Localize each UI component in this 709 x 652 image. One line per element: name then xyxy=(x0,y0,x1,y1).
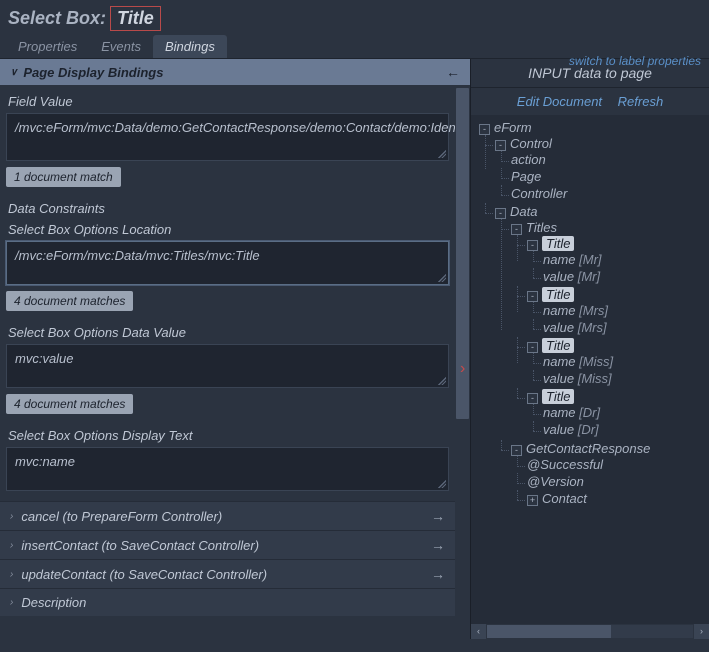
tab-bindings[interactable]: Bindings xyxy=(153,35,227,58)
chevron-right-icon: › xyxy=(10,597,13,608)
options-data-value-label: Select Box Options Data Value xyxy=(0,321,455,342)
options-location-match-badge: 4 document matches xyxy=(6,291,133,311)
binding-label: insertContact (to SaveContact Controller… xyxy=(21,538,259,553)
tree-expander-icon[interactable]: - xyxy=(527,393,538,404)
scrollbar-thumb[interactable] xyxy=(487,625,611,638)
data-constraints-label: Data Constraints xyxy=(0,197,455,218)
tree-node-title[interactable]: -Titlename [Dr]value [Dr] xyxy=(527,388,709,439)
panel-title-prefix: Select Box: xyxy=(8,8,106,29)
binding-row-description[interactable]: › Description xyxy=(0,588,455,616)
tree-node-control[interactable]: -ControlactionPageController xyxy=(495,135,709,203)
options-data-value-input[interactable]: mvc:value xyxy=(6,344,449,388)
tree-leaf[interactable]: value [Mr] xyxy=(543,268,709,285)
tree-leaf[interactable]: action xyxy=(511,151,709,168)
chevron-right-icon: › xyxy=(10,511,13,522)
chevron-right-icon: › xyxy=(10,569,13,580)
chevron-down-icon: ∨ xyxy=(10,67,17,78)
resize-handle-icon[interactable] xyxy=(438,377,446,385)
tree-expander-icon[interactable]: - xyxy=(479,124,490,135)
scroll-left-button[interactable]: ‹ xyxy=(471,624,486,639)
field-value-label: Field Value xyxy=(0,90,455,111)
binding-label: updateContact (to SaveContact Controller… xyxy=(21,567,267,582)
tree-expander-icon[interactable]: - xyxy=(495,140,506,151)
tree-leaf[interactable]: name [Dr] xyxy=(543,404,709,421)
tree-leaf[interactable]: name [Mrs] xyxy=(543,302,709,319)
tree-node-data[interactable]: -Data-Titles-Titlename [Mr]value [Mr]-Ti… xyxy=(495,203,709,509)
section-title: Page Display Bindings xyxy=(23,65,163,80)
binding-row-insertcontact[interactable]: › insertContact (to SaveContact Controll… xyxy=(0,530,455,559)
tree-node-title[interactable]: -Titlename [Mr]value [Mr] xyxy=(527,235,709,286)
scroll-right-button[interactable]: › xyxy=(694,624,709,639)
tree-expander-icon[interactable]: - xyxy=(511,445,522,456)
binding-row-cancel[interactable]: › cancel (to PrepareForm Controller) → xyxy=(0,501,455,530)
options-location-label: Select Box Options Location xyxy=(0,218,455,239)
tree-leaf[interactable]: name [Miss] xyxy=(543,353,709,370)
tree-leaf[interactable]: Page xyxy=(511,168,709,185)
tree-leaf[interactable]: @Version xyxy=(527,473,709,490)
field-value-input[interactable]: /mvc:eForm/mvc:Data/demo:GetContactRespo… xyxy=(6,113,449,161)
tree-node-titles[interactable]: -Titles-Titlename [Mr]value [Mr]-Titlena… xyxy=(511,219,709,440)
tree-expander-icon[interactable]: - xyxy=(511,224,522,235)
switch-to-label-link[interactable]: switch to label properties xyxy=(569,54,701,68)
arrow-left-icon[interactable]: ← xyxy=(446,64,460,80)
tree-leaf[interactable]: Controller xyxy=(511,185,709,202)
tree-expander-icon[interactable]: - xyxy=(527,291,538,302)
tree-expander-icon[interactable]: - xyxy=(495,208,506,219)
tree-node-contact[interactable]: +Contact xyxy=(527,490,709,507)
options-display-text-input[interactable]: mvc:name xyxy=(6,447,449,491)
tree-leaf[interactable]: name [Mr] xyxy=(543,251,709,268)
edit-document-link[interactable]: Edit Document xyxy=(517,94,602,109)
split-handle-icon[interactable]: › xyxy=(460,360,465,378)
tree-leaf[interactable]: value [Dr] xyxy=(543,421,709,438)
tab-properties[interactable]: Properties xyxy=(6,35,89,58)
tree-node-getcontact[interactable]: -GetContactResponse@Successful@Version+C… xyxy=(511,440,709,508)
resize-handle-icon[interactable] xyxy=(438,274,446,282)
refresh-link[interactable]: Refresh xyxy=(618,94,664,109)
tree-node-eform[interactable]: -eForm-ControlactionPageController-Data-… xyxy=(479,119,709,510)
binding-label: cancel (to PrepareForm Controller) xyxy=(21,509,222,524)
page-display-bindings-header[interactable]: ∨ Page Display Bindings ← xyxy=(0,59,470,85)
xml-tree[interactable]: -eForm-ControlactionPageController-Data-… xyxy=(471,115,709,624)
arrow-right-icon: → xyxy=(431,537,445,553)
tree-node-title[interactable]: -Titlename [Miss]value [Miss] xyxy=(527,337,709,388)
tree-leaf[interactable]: value [Miss] xyxy=(543,370,709,387)
arrow-right-icon: → xyxy=(431,508,445,524)
tree-expander-icon[interactable]: - xyxy=(527,342,538,353)
arrow-right-icon: → xyxy=(431,566,445,582)
tree-leaf[interactable]: value [Mrs] xyxy=(543,319,709,336)
binding-row-updatecontact[interactable]: › updateContact (to SaveContact Controll… xyxy=(0,559,455,588)
binding-label: Description xyxy=(21,595,86,610)
tree-expander-icon[interactable]: + xyxy=(527,495,538,506)
panel-title-value: Title xyxy=(110,6,161,31)
tree-expander-icon[interactable]: - xyxy=(527,240,538,251)
tree-node-title[interactable]: -Titlename [Mrs]value [Mrs] xyxy=(527,286,709,337)
resize-handle-icon[interactable] xyxy=(438,480,446,488)
options-data-value-match-badge: 4 document matches xyxy=(6,394,133,414)
resize-handle-icon[interactable] xyxy=(438,150,446,158)
options-location-input[interactable]: /mvc:eForm/mvc:Data/mvc:Titles/mvc:Title xyxy=(6,241,449,285)
horizontal-scrollbar[interactable]: ‹ › xyxy=(471,624,709,639)
options-display-text-label: Select Box Options Display Text xyxy=(0,424,455,445)
chevron-right-icon: › xyxy=(10,540,13,551)
field-value-match-badge: 1 document match xyxy=(6,167,121,187)
tab-events[interactable]: Events xyxy=(89,35,153,58)
tree-leaf[interactable]: @Successful xyxy=(527,456,709,473)
